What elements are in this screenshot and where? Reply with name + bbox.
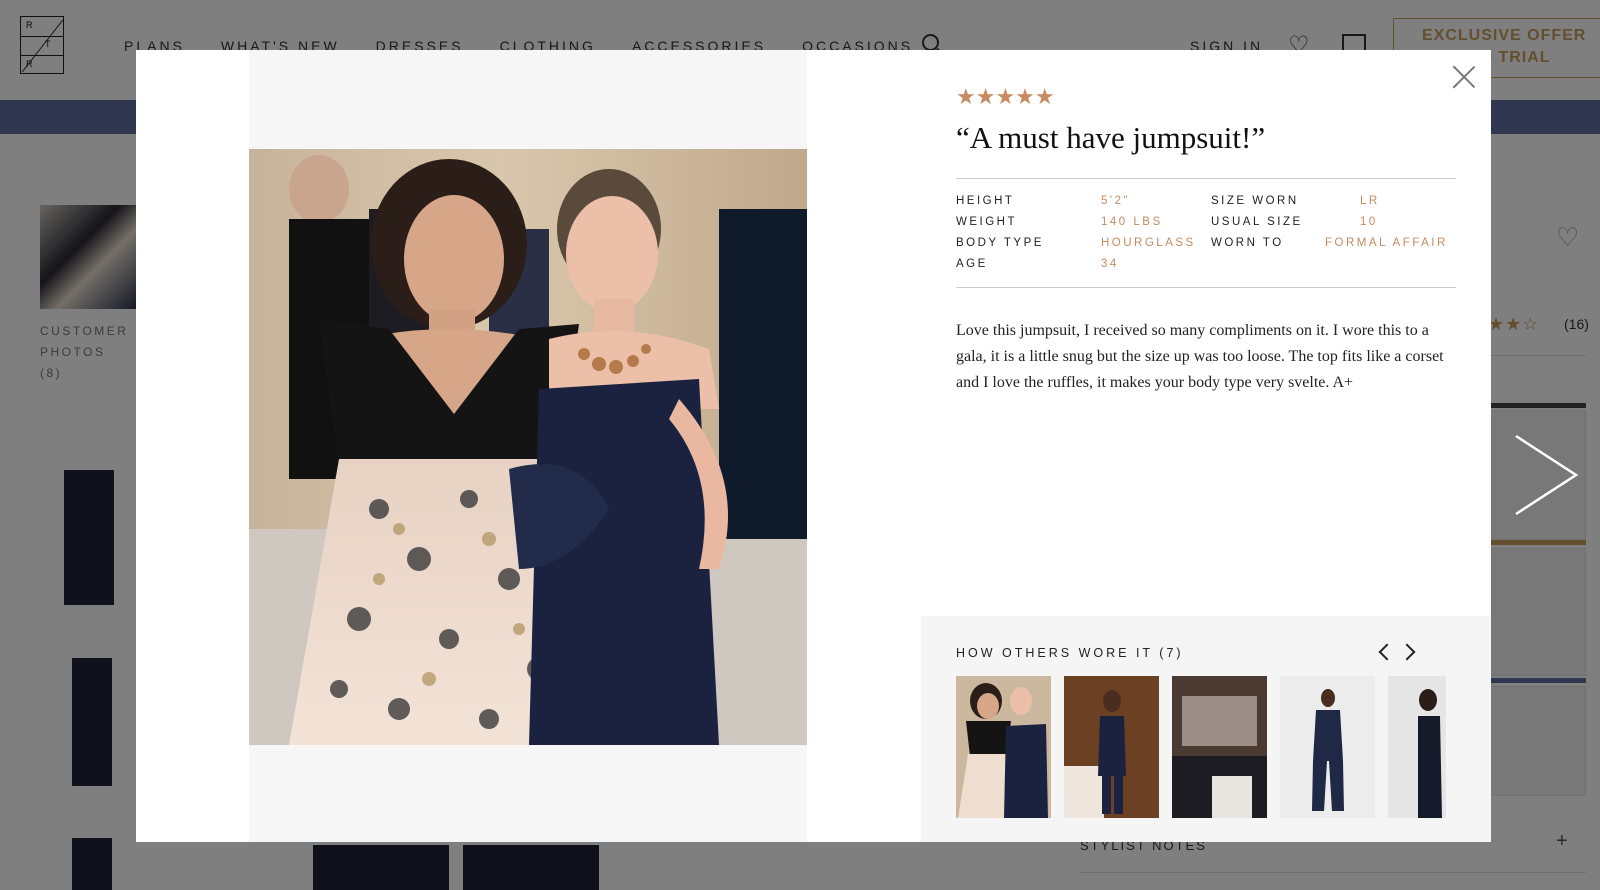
worn-to-value: FORMAL AFFAIR [1325, 237, 1448, 249]
body-type-label: BODY TYPE [956, 237, 1044, 249]
others-thumbnail-3[interactable] [1172, 676, 1267, 818]
others-title: HOW OTHERS WORE IT (7) [956, 646, 1184, 660]
usual-size-value: 10 [1360, 216, 1378, 228]
review-rating-stars: ★★★★★ [956, 84, 1055, 109]
height-value: 5'2" [1101, 195, 1131, 207]
review-title: “A must have jumpsuit!” [956, 120, 1266, 155]
review-photo-modal: ★★★★★ “A must have jumpsuit!” HEIGHT 5'2… [136, 50, 1491, 842]
size-worn-value: LR [1360, 195, 1380, 207]
others-thumbnail-1[interactable] [956, 676, 1051, 818]
size-worn-label: SIZE WORN [1211, 195, 1299, 207]
customer-review-photo [249, 149, 807, 745]
chevron-right-icon-small[interactable] [1398, 643, 1416, 661]
height-label: HEIGHT [956, 195, 1015, 207]
age-value: 34 [1101, 258, 1119, 270]
others-thumbnail-4[interactable] [1280, 676, 1375, 818]
review-body: Love this jumpsuit, I received so many c… [956, 322, 1444, 391]
chevron-left-icon[interactable] [1378, 643, 1396, 661]
body-type-value: HOURGLASS [1101, 237, 1196, 249]
others-thumbnail-5[interactable] [1388, 676, 1446, 818]
weight-label: WEIGHT [956, 216, 1017, 228]
others-thumbnail-2[interactable] [1064, 676, 1159, 818]
review-panel: ★★★★★ “A must have jumpsuit!” HEIGHT 5'2… [956, 84, 1456, 396]
photo-panel [249, 50, 807, 842]
worn-to-label: WORN TO [1211, 237, 1284, 249]
others-thumbnail-strip [956, 676, 1446, 818]
reviewer-stats: HEIGHT 5'2" WEIGHT 140 LBS BODY TYPE HOU… [956, 178, 1456, 288]
usual-size-label: USUAL SIZE [1211, 216, 1303, 228]
how-others-wore-it: HOW OTHERS WORE IT (7) [921, 616, 1491, 842]
weight-value: 140 LBS [1101, 216, 1163, 228]
chevron-right-icon[interactable] [1510, 432, 1582, 518]
age-label: AGE [956, 258, 988, 270]
